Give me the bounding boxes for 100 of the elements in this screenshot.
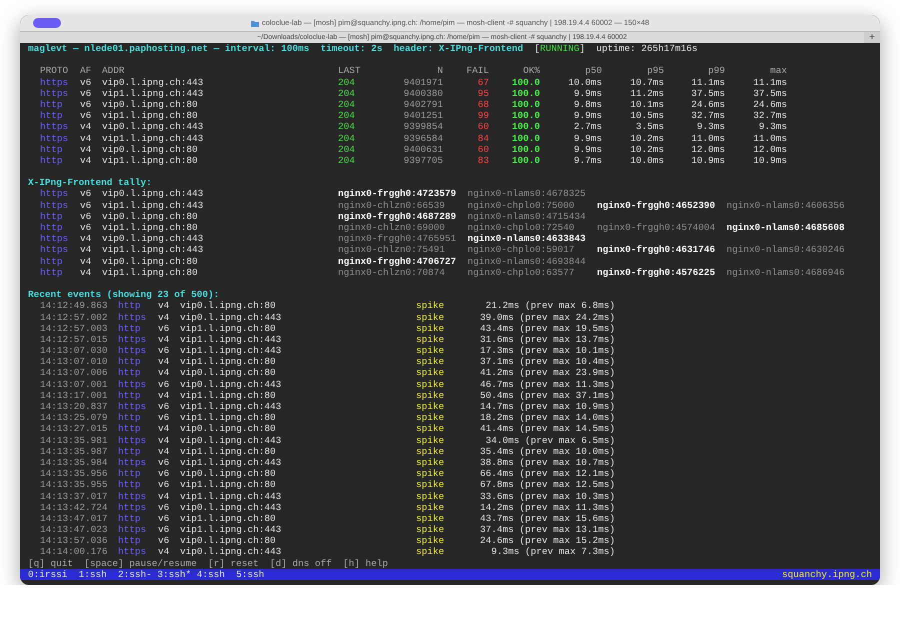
table-cell-text: 9.7ms xyxy=(572,154,602,166)
table-cell-text: nginx0-frggh0:4723579 xyxy=(338,188,458,200)
table-cell-text: spike xyxy=(416,356,446,368)
table-cell-text: 11.1ms xyxy=(752,76,787,88)
table-cell-text: 100.0 xyxy=(510,144,540,155)
table-cell-text: v6 xyxy=(158,322,170,334)
table-cell: 39.0ms (prev max 24.2ms) xyxy=(479,312,615,323)
table-cell-text: 100.0 xyxy=(510,121,540,132)
table-cell-text: http xyxy=(118,468,142,480)
table-cell-text: vip0.l.ipng.ch:443 xyxy=(180,312,282,323)
table-cell-text: https xyxy=(118,490,148,502)
table-cell-text: 68 xyxy=(476,98,489,110)
table-cell-text: vip0.l.ipng.ch:443 xyxy=(180,378,282,390)
table-cell-text: vip0.l.ipng.ch:443 xyxy=(180,502,282,513)
table-cell-text: 67 xyxy=(476,76,489,88)
table-cell-text: v4 xyxy=(80,154,92,166)
new-tab-button[interactable]: + xyxy=(864,32,880,44)
table-cell-text: v4 xyxy=(80,266,92,278)
table-cell-text: spike xyxy=(416,524,446,536)
table-cell-text: v4 xyxy=(158,446,170,457)
table-cell-text: v6 xyxy=(158,378,170,390)
table-cell-text: nginx0-nlams0:4630246 xyxy=(726,244,846,256)
table-cell-text: 100.0 xyxy=(510,88,540,99)
table-cell-text: 9.9ms xyxy=(572,110,602,122)
column-header: PROTO xyxy=(40,65,70,77)
table-cell-text: spike xyxy=(416,390,446,401)
table-cell: 50.4ms (prev max 37.1ms) xyxy=(479,390,615,401)
table-cell-text: v6 xyxy=(80,200,92,211)
table-cell-text: nginx0-nlams0:4678325 xyxy=(468,188,587,200)
table-cell-text: 14:13:20.837 xyxy=(40,401,109,412)
table-cell-text: 11.0ms xyxy=(752,132,787,144)
table-cell-text: 10.7ms xyxy=(629,76,664,88)
table-cell-text: v4 xyxy=(158,300,170,312)
table-cell-text: v4 xyxy=(158,490,170,502)
table-cell-text: 14:13:35.981 xyxy=(40,434,109,446)
table-cell-text: 204 xyxy=(338,98,356,110)
table-cell-text: v6 xyxy=(80,110,92,122)
column-header: N xyxy=(436,65,443,77)
table-cell-text: v4 xyxy=(158,423,170,435)
table-cell-text: 84 xyxy=(476,132,489,144)
table-cell-text: http xyxy=(40,222,64,234)
table-cell: 17.3ms (prev max 10.1ms) xyxy=(479,345,615,356)
table-cell-text: 2.7ms xyxy=(572,121,602,132)
table-cell-text: https xyxy=(118,502,148,513)
table-cell-text: 14:13:25.079 xyxy=(40,412,109,424)
table-cell-text: nginx0-chlzn0:69000 xyxy=(338,222,446,234)
table-cell-text: 12.0ms xyxy=(690,144,725,155)
table-cell-text: http xyxy=(118,390,142,401)
table-cell-text: vip1.l.ipng.ch:443 xyxy=(180,456,282,468)
table-cell-text: 9.3ms (prev max 7.3ms) xyxy=(490,546,615,558)
table-cell-text: 100.0 xyxy=(510,98,540,110)
table-cell-text: http xyxy=(118,446,142,457)
table-cell-text: 95 xyxy=(476,88,489,99)
table-cell: 67.8ms (prev max 12.5ms) xyxy=(479,479,615,490)
column-header: p99 xyxy=(707,65,725,77)
table-cell-text: v4 xyxy=(80,144,92,155)
column-header: max xyxy=(769,65,787,77)
table-cell-text: 10.2ms xyxy=(629,144,664,155)
table-cell-text: v6 xyxy=(158,512,170,524)
table-cell-text: vip0.l.ipng.ch:443 xyxy=(102,76,204,88)
table-cell-text: http xyxy=(118,535,142,546)
table-cell-text: v6 xyxy=(80,210,92,222)
table-cell-text: 14:14:00.176 xyxy=(40,546,109,558)
table-cell-text: 14:12:57.002 xyxy=(40,312,109,323)
table-cell-text: 10.0ms xyxy=(567,76,602,88)
table-cell: 43.4ms (prev max 19.5ms) xyxy=(479,322,615,334)
table-cell-text: https xyxy=(118,378,148,390)
table-cell-text: vip0.l.ipng.ch:80 xyxy=(180,535,277,546)
table-cell-text: spike xyxy=(416,468,446,480)
table-cell-text: spike xyxy=(416,446,446,457)
table-cell-text: v6 xyxy=(158,456,170,468)
table-cell-text: 21.2ms (prev max 6.8ms) xyxy=(484,300,615,312)
table-cell-text: vip1.l.ipng.ch:443 xyxy=(102,88,204,99)
table-cell-text: https xyxy=(40,121,70,132)
table-cell-text: vip0.l.ipng.ch:443 xyxy=(102,188,204,200)
table-cell-text: 32.7ms xyxy=(690,110,725,122)
table-cell-text: 10.9ms xyxy=(690,154,725,166)
table-cell-text: https xyxy=(118,401,148,412)
table-cell-text: vip0.l.ipng.ch:80 xyxy=(102,256,199,267)
table-cell-text: 24.6ms xyxy=(690,98,725,110)
table-cell-text: nginx0-chlzn0:70874 xyxy=(338,266,446,278)
table-cell-text: vip0.l.ipng.ch:443 xyxy=(102,233,204,244)
table-cell-text: spike xyxy=(416,378,446,390)
table-cell-text: vip1.l.ipng.ch:443 xyxy=(102,244,204,256)
table-cell-text: spike xyxy=(416,401,446,412)
table-cell-text: 12.0ms xyxy=(752,144,787,155)
table-cell-text: v4 xyxy=(80,132,92,144)
table-cell-text: 204 xyxy=(338,132,356,144)
column-header: FAIL xyxy=(465,65,489,77)
table-cell-text: v6 xyxy=(158,502,170,513)
table-cell-text: 9.9ms xyxy=(572,144,602,155)
table-cell-text: vip0.l.ipng.ch:443 xyxy=(180,546,282,558)
table-cell-text: 3.5ms xyxy=(634,121,664,132)
table-cell-text: nginx0-frggh0:4652390 xyxy=(597,200,716,211)
table-cell-text: nginx0-nlams0:4633843 xyxy=(468,233,587,244)
table-cell-text: 14:13:35.956 xyxy=(40,468,109,480)
table-cell-text: 204 xyxy=(338,110,356,122)
table-cell-text: 14:13:35.987 xyxy=(40,446,109,457)
table-cell-text: 9.9ms xyxy=(572,132,602,144)
table-cell: 41.4ms (prev max 14.5ms) xyxy=(479,423,615,435)
